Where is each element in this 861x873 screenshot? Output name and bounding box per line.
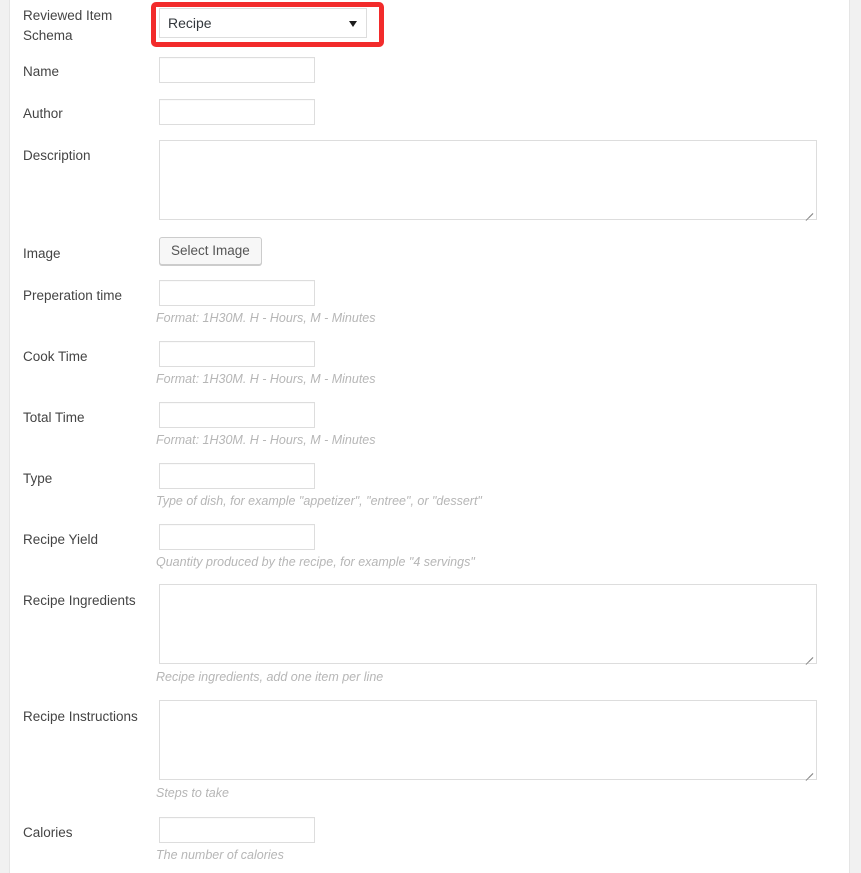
recipe-yield-input[interactable] xyxy=(159,524,315,550)
type-input[interactable] xyxy=(159,463,315,489)
total-time-input[interactable] xyxy=(159,402,315,428)
field-reviewed-item-schema: Recipe xyxy=(159,8,367,38)
field-recipe-yield xyxy=(159,524,315,550)
field-total-time xyxy=(159,402,315,428)
label-calories: Calories xyxy=(23,825,73,840)
form-row-name: Name xyxy=(10,56,849,98)
reviewed-item-form: Reviewed Item Schema Recipe Name Author xyxy=(10,0,849,873)
field-recipe-ingredients xyxy=(159,584,817,665)
help-calories: The number of calories xyxy=(156,848,284,862)
label-total-time: Total Time xyxy=(23,410,85,425)
chevron-down-icon xyxy=(349,21,357,27)
field-recipe-instructions xyxy=(159,700,817,781)
form-row-recipe-ingredients: Recipe Ingredients Recipe ingredients, a… xyxy=(10,584,849,701)
label-image: Image xyxy=(23,246,61,261)
field-calories xyxy=(159,817,315,843)
form-row-reviewed-item-schema: Reviewed Item Schema Recipe xyxy=(10,0,849,56)
label-recipe-instructions: Recipe Instructions xyxy=(23,709,138,724)
form-row-preperation-time: Preperation time Format: 1H30M. H - Hour… xyxy=(10,280,849,341)
label-preperation-time: Preperation time xyxy=(23,288,123,303)
help-recipe-ingredients: Recipe ingredients, add one item per lin… xyxy=(156,670,384,684)
select-image-button[interactable]: Select Image xyxy=(159,237,262,265)
description-textarea[interactable] xyxy=(159,140,817,220)
form-row-recipe-yield: Recipe Yield Quantity produced by the re… xyxy=(10,524,849,585)
form-row-author: Author xyxy=(10,98,849,140)
field-name xyxy=(159,57,315,83)
help-total-time: Format: 1H30M. H - Hours, M - Minutes xyxy=(156,433,376,447)
help-type: Type of dish, for example "appetizer", "… xyxy=(156,494,482,508)
help-preperation-time: Format: 1H30M. H - Hours, M - Minutes xyxy=(156,311,376,325)
form-row-image: Image Select Image xyxy=(10,237,849,280)
label-name: Name xyxy=(23,64,60,79)
calories-input[interactable] xyxy=(159,817,315,843)
help-cook-time: Format: 1H30M. H - Hours, M - Minutes xyxy=(156,372,376,386)
label-author: Author xyxy=(23,106,63,121)
reviewed-item-schema-select[interactable]: Recipe xyxy=(159,8,367,38)
label-recipe-ingredients: Recipe Ingredients xyxy=(23,593,136,608)
cook-time-input[interactable] xyxy=(159,341,315,367)
reviewed-item-schema-value: Recipe xyxy=(168,15,212,31)
recipe-ingredients-textarea[interactable] xyxy=(159,584,817,664)
field-type xyxy=(159,463,315,489)
form-row-type: Type Type of dish, for example "appetize… xyxy=(10,463,849,524)
field-cook-time xyxy=(159,341,315,367)
settings-panel: Reviewed Item Schema Recipe Name Author xyxy=(9,0,850,873)
field-image: Select Image xyxy=(159,237,262,265)
field-description xyxy=(159,140,817,221)
label-recipe-yield: Recipe Yield xyxy=(23,532,99,547)
author-input[interactable] xyxy=(159,99,315,125)
form-row-cook-time: Cook Time Format: 1H30M. H - Hours, M - … xyxy=(10,341,849,402)
settings-page: Reviewed Item Schema Recipe Name Author xyxy=(0,0,861,873)
name-input[interactable] xyxy=(159,57,315,83)
help-recipe-instructions: Steps to take xyxy=(156,786,229,800)
help-recipe-yield: Quantity produced by the recipe, for exa… xyxy=(156,555,475,569)
field-author xyxy=(159,99,315,125)
form-row-total-time: Total Time Format: 1H30M. H - Hours, M -… xyxy=(10,402,849,463)
label-cook-time: Cook Time xyxy=(23,349,88,364)
form-row-recipe-instructions: Recipe Instructions Steps to take xyxy=(10,700,849,817)
recipe-instructions-textarea[interactable] xyxy=(159,700,817,780)
label-description: Description xyxy=(23,148,91,163)
field-preperation-time xyxy=(159,280,315,306)
label-reviewed-item-schema: Reviewed Item Schema xyxy=(23,8,113,43)
form-row-calories: Calories The number of calories xyxy=(10,817,849,873)
label-type: Type xyxy=(23,471,53,486)
form-row-description: Description xyxy=(10,140,849,250)
preperation-time-input[interactable] xyxy=(159,280,315,306)
